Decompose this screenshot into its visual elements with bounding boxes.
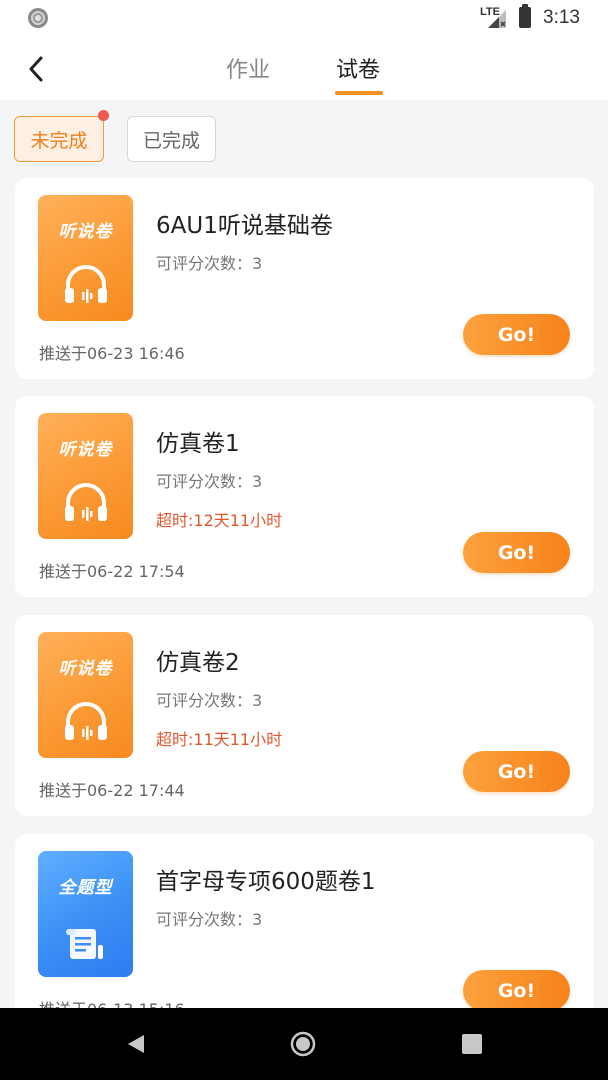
score-count-text: 可评分次数：3 xyxy=(156,691,263,710)
exam-thumbnail: 听说卷 xyxy=(38,632,133,758)
tab-homework[interactable]: 作业 xyxy=(226,52,270,84)
exam-title: 6AU1听说基础卷 xyxy=(156,213,333,239)
clock: 3:13 xyxy=(543,7,580,28)
active-tab-indicator xyxy=(335,91,383,95)
pushed-time-text: 推送于06-23 16:46 xyxy=(39,344,185,363)
overdue-text: 超时:11天11小时 xyxy=(156,730,283,749)
score-count-text: 可评分次数：3 xyxy=(156,472,263,491)
filter-complete-button[interactable]: 已完成 xyxy=(127,116,216,162)
nav-home-icon[interactable] xyxy=(289,1030,317,1058)
header: 作业 试卷 xyxy=(0,38,608,100)
battery-icon xyxy=(519,4,531,28)
status-bar: LTE 3:13 xyxy=(0,0,608,38)
filter-incomplete-button[interactable]: 未完成 xyxy=(14,116,104,162)
exam-thumbnail: 全题型 xyxy=(38,851,133,977)
pushed-time-text: 推送于06-22 17:54 xyxy=(39,562,185,581)
headphones-icon xyxy=(65,483,107,521)
exam-title: 仿真卷1 xyxy=(156,431,240,457)
go-button[interactable]: Go! xyxy=(463,314,570,355)
headphones-icon xyxy=(65,702,107,740)
thumbnail-label: 全题型 xyxy=(58,878,113,898)
exam-thumbnail: 听说卷 xyxy=(38,413,133,539)
exam-card[interactable]: 听说卷 仿真卷1 可评分次数：3 超时:12天11小时 推送于06-22 17:… xyxy=(15,396,594,597)
thumbnail-label: 听说卷 xyxy=(58,222,113,242)
back-arrow-icon[interactable] xyxy=(24,54,50,84)
exam-title: 首字母专项600题卷1 xyxy=(156,869,376,895)
pushed-time-text: 推送于06-22 17:44 xyxy=(39,781,185,800)
overdue-text: 超时:12天11小时 xyxy=(156,511,283,530)
thumbnail-label: 听说卷 xyxy=(58,659,113,679)
thumbnail-label: 听说卷 xyxy=(58,440,113,460)
exam-card[interactable]: 全题型 首字母专项600题卷1 可评分次数：3 推送于06-13 15:16 G… xyxy=(15,834,594,1035)
score-count-text: 可评分次数：3 xyxy=(156,910,263,929)
go-button[interactable]: Go! xyxy=(463,532,570,573)
unread-badge-dot xyxy=(98,110,109,121)
notification-icon xyxy=(28,8,48,28)
go-button[interactable]: Go! xyxy=(463,970,570,1011)
tab-exam[interactable]: 试卷 xyxy=(336,52,380,84)
exam-card[interactable]: 听说卷 6AU1听说基础卷 可评分次数：3 推送于06-23 16:46 Go! xyxy=(15,178,594,379)
headphones-icon xyxy=(65,265,107,303)
exam-card[interactable]: 听说卷 仿真卷2 可评分次数：3 超时:11天11小时 推送于06-22 17:… xyxy=(15,615,594,816)
exam-thumbnail: 听说卷 xyxy=(38,195,133,321)
nav-back-icon[interactable] xyxy=(124,1032,148,1056)
exam-title: 仿真卷2 xyxy=(156,650,240,676)
signal-icon xyxy=(488,10,506,28)
go-button[interactable]: Go! xyxy=(463,751,570,792)
system-navigation-bar xyxy=(0,1008,608,1080)
score-count-text: 可评分次数：3 xyxy=(156,254,263,273)
scroll-document-icon xyxy=(66,929,103,959)
nav-recent-apps-icon[interactable] xyxy=(462,1034,482,1054)
